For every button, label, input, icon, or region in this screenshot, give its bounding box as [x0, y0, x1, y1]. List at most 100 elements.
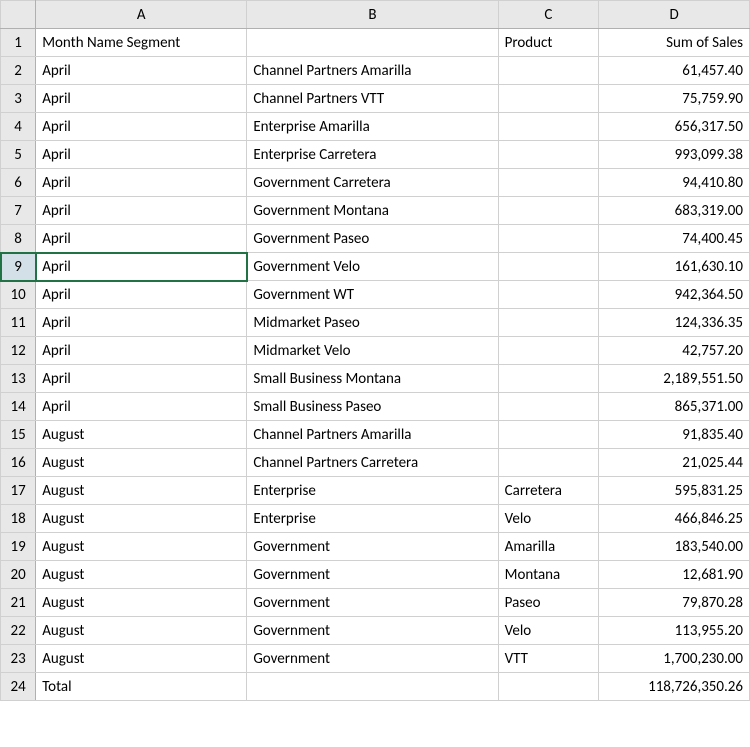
cell-A19[interactable]: August [36, 533, 247, 561]
row-header[interactable]: 3 [1, 85, 36, 113]
cell-C13[interactable] [498, 365, 599, 393]
row-header[interactable]: 17 [1, 477, 36, 505]
cell-C20[interactable]: Montana [498, 561, 599, 589]
cell-D10[interactable]: 942,364.50 [599, 281, 750, 309]
cell-D11[interactable]: 124,336.35 [599, 309, 750, 337]
cell-A1[interactable]: Month Name Segment [36, 29, 247, 57]
cell-B21[interactable]: Government [247, 589, 498, 617]
cell-B24[interactable] [247, 673, 498, 701]
cell-D23[interactable]: 1,700,230.00 [599, 645, 750, 673]
cell-D7[interactable]: 683,319.00 [599, 197, 750, 225]
cell-B11[interactable]: Midmarket Paseo [247, 309, 498, 337]
cell-A21[interactable]: August [36, 589, 247, 617]
col-header-A[interactable]: A [36, 1, 247, 29]
select-all-corner[interactable] [1, 1, 36, 29]
row-header[interactable]: 14 [1, 393, 36, 421]
cell-B14[interactable]: Small Business Paseo [247, 393, 498, 421]
row-header[interactable]: 21 [1, 589, 36, 617]
cell-C3[interactable] [498, 85, 599, 113]
row-header[interactable]: 20 [1, 561, 36, 589]
row-header[interactable]: 23 [1, 645, 36, 673]
cell-D5[interactable]: 993,099.38 [599, 141, 750, 169]
cell-D1[interactable]: Sum of Sales [599, 29, 750, 57]
row-header[interactable]: 4 [1, 113, 36, 141]
cell-C24[interactable] [498, 673, 599, 701]
row-header[interactable]: 11 [1, 309, 36, 337]
cell-B1[interactable] [247, 29, 498, 57]
cell-B10[interactable]: Government WT [247, 281, 498, 309]
cell-C9[interactable] [498, 253, 599, 281]
row-header[interactable]: 10 [1, 281, 36, 309]
row-header[interactable]: 24 [1, 673, 36, 701]
cell-B6[interactable]: Government Carretera [247, 169, 498, 197]
cell-B18[interactable]: Enterprise [247, 505, 498, 533]
cell-B22[interactable]: Government [247, 617, 498, 645]
cell-A5[interactable]: April [36, 141, 247, 169]
cell-A13[interactable]: April [36, 365, 247, 393]
row-header[interactable]: 18 [1, 505, 36, 533]
spreadsheet-grid[interactable]: A B C D 1Month Name Segment ProductSum of… [0, 0, 750, 701]
cell-B2[interactable]: Channel Partners Amarilla [247, 57, 498, 85]
row-header[interactable]: 7 [1, 197, 36, 225]
col-header-D[interactable]: D [599, 1, 750, 29]
cell-C12[interactable] [498, 337, 599, 365]
cell-D15[interactable]: 91,835.40 [599, 421, 750, 449]
cell-C14[interactable] [498, 393, 599, 421]
row-header[interactable]: 13 [1, 365, 36, 393]
cell-A12[interactable]: April [36, 337, 247, 365]
row-header[interactable]: 12 [1, 337, 36, 365]
cell-C16[interactable] [498, 449, 599, 477]
cell-B16[interactable]: Channel Partners Carretera [247, 449, 498, 477]
cell-C15[interactable] [498, 421, 599, 449]
cell-B7[interactable]: Government Montana [247, 197, 498, 225]
col-header-C[interactable]: C [498, 1, 599, 29]
row-header[interactable]: 1 [1, 29, 36, 57]
cell-C10[interactable] [498, 281, 599, 309]
cell-D12[interactable]: 42,757.20 [599, 337, 750, 365]
cell-C22[interactable]: Velo [498, 617, 599, 645]
cell-A18[interactable]: August [36, 505, 247, 533]
col-header-B[interactable]: B [247, 1, 498, 29]
cell-C8[interactable] [498, 225, 599, 253]
cell-D2[interactable]: 61,457.40 [599, 57, 750, 85]
cell-A6[interactable]: April [36, 169, 247, 197]
cell-C1[interactable]: Product [498, 29, 599, 57]
row-header[interactable]: 16 [1, 449, 36, 477]
cell-B12[interactable]: Midmarket Velo [247, 337, 498, 365]
cell-C7[interactable] [498, 197, 599, 225]
cell-D21[interactable]: 79,870.28 [599, 589, 750, 617]
row-header[interactable]: 2 [1, 57, 36, 85]
cell-C23[interactable]: VTT [498, 645, 599, 673]
cell-D22[interactable]: 113,955.20 [599, 617, 750, 645]
cell-B13[interactable]: Small Business Montana [247, 365, 498, 393]
cell-D8[interactable]: 74,400.45 [599, 225, 750, 253]
cell-D3[interactable]: 75,759.90 [599, 85, 750, 113]
cell-A22[interactable]: August [36, 617, 247, 645]
cell-B5[interactable]: Enterprise Carretera [247, 141, 498, 169]
cell-A4[interactable]: April [36, 113, 247, 141]
cell-D24[interactable]: 118,726,350.26 [599, 673, 750, 701]
cell-D16[interactable]: 21,025.44 [599, 449, 750, 477]
row-header[interactable]: 15 [1, 421, 36, 449]
cell-A23[interactable]: August [36, 645, 247, 673]
cell-C5[interactable] [498, 141, 599, 169]
cell-C18[interactable]: Velo [498, 505, 599, 533]
cell-D4[interactable]: 656,317.50 [599, 113, 750, 141]
row-header[interactable]: 5 [1, 141, 36, 169]
cell-C11[interactable] [498, 309, 599, 337]
cell-A20[interactable]: August [36, 561, 247, 589]
cell-B19[interactable]: Government [247, 533, 498, 561]
row-header[interactable]: 9 [1, 253, 36, 281]
cell-C2[interactable] [498, 57, 599, 85]
cell-A24[interactable]: Total [36, 673, 247, 701]
cell-D19[interactable]: 183,540.00 [599, 533, 750, 561]
cell-B17[interactable]: Enterprise [247, 477, 498, 505]
cell-C4[interactable] [498, 113, 599, 141]
cell-A7[interactable]: April [36, 197, 247, 225]
cell-B3[interactable]: Channel Partners VTT [247, 85, 498, 113]
cell-C6[interactable] [498, 169, 599, 197]
cell-B9[interactable]: Government Velo [247, 253, 498, 281]
cell-B23[interactable]: Government [247, 645, 498, 673]
row-header[interactable]: 6 [1, 169, 36, 197]
cell-D14[interactable]: 865,371.00 [599, 393, 750, 421]
